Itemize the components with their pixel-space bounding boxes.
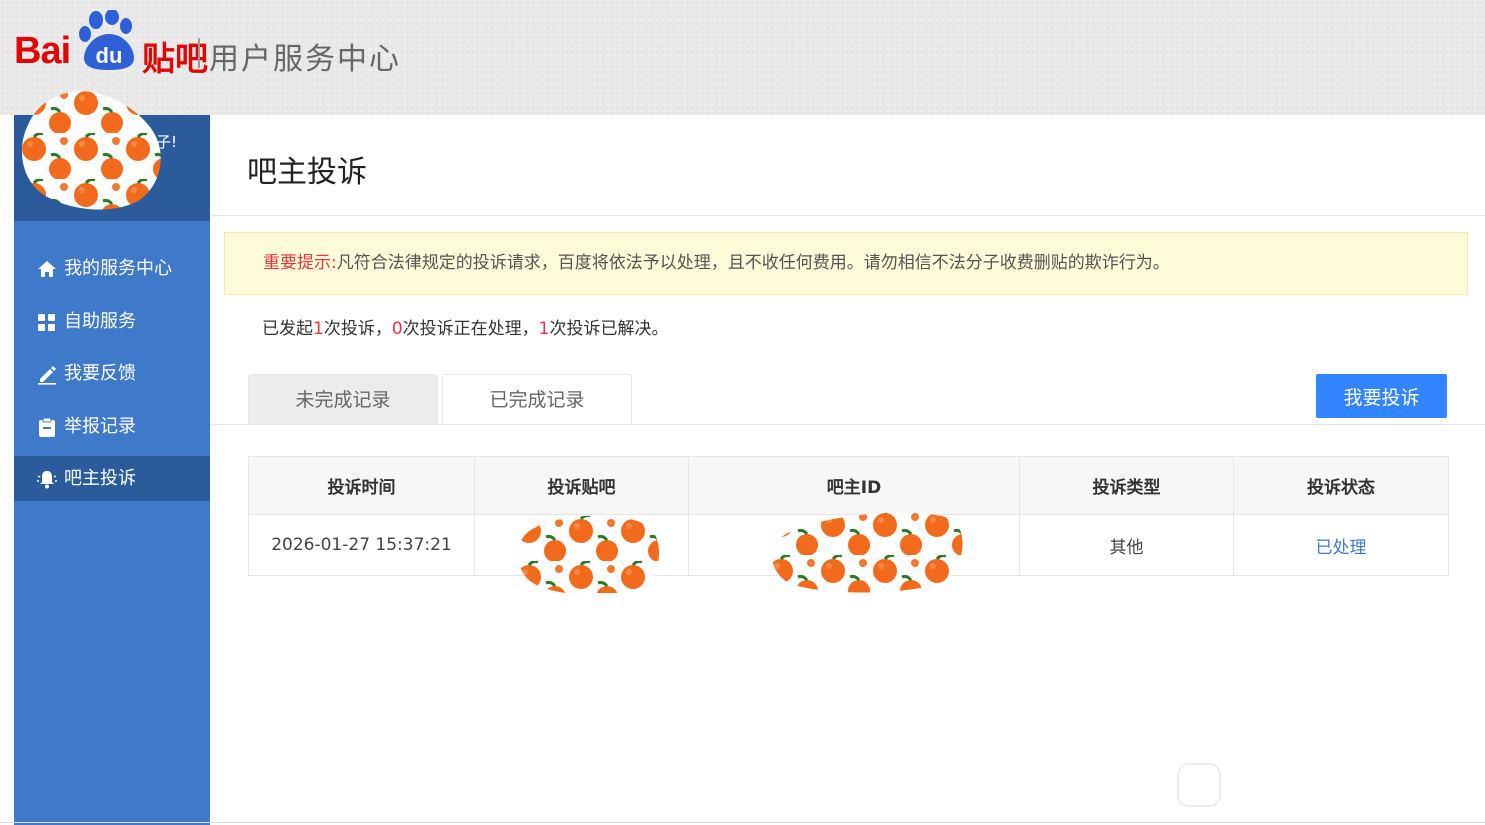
cell-tieba <box>474 514 689 593</box>
important-notice: 重要提示:凡符合法律规定的投诉请求，百度将依法予以处理，且不收任何费用。请勿相信… <box>224 232 1468 295</box>
avatar-redaction <box>21 91 161 210</box>
page-title: 吧主投诉 <box>247 155 367 190</box>
sidebar-item-feedback[interactable]: 我要反馈 <box>14 351 210 396</box>
sidebar-item-bazhu-complaint[interactable]: 吧主投诉 <box>14 456 210 501</box>
cell-type: 其他 <box>1019 514 1234 576</box>
logo-du-text: du <box>96 43 123 68</box>
home-icon <box>38 261 56 277</box>
sidebar: 子! 我的服务中心 自助服务 我要反馈 举报记录 吧主投诉 <box>14 91 210 825</box>
sidebar-item-report-records[interactable]: 举报记录 <box>14 404 210 449</box>
stats-total: 1 <box>313 319 324 339</box>
logo-separator <box>198 38 200 68</box>
stats-resolved: 1 <box>538 319 550 339</box>
stats-prefix: 已发起 <box>262 319 313 339</box>
column-header-time: 投诉时间 <box>248 456 475 515</box>
complain-button[interactable]: 我要投诉 <box>1316 374 1447 418</box>
status-link[interactable]: 已处理 <box>1316 538 1367 558</box>
stats-part3: 次投诉已解决。 <box>549 319 669 339</box>
stats-processing: 0 <box>391 319 403 339</box>
header: Bai du 贴吧 用户服务中心 <box>0 0 1485 115</box>
complaint-stats: 已发起1次投诉，0次投诉正在处理，1次投诉已解决。 <box>262 314 668 339</box>
cell-status: 已处理 <box>1233 514 1449 576</box>
complaint-table: 投诉时间 投诉贴吧 吧主ID 投诉类型 投诉状态 2026-01-27 15:3… <box>248 456 1449 593</box>
column-header-type: 投诉类型 <box>1019 456 1234 515</box>
tab-unfinished-records[interactable]: 未完成记录 <box>248 374 438 424</box>
tabs-divider <box>210 424 1485 425</box>
cell-time: 2026-01-27 15:37:21 <box>248 514 475 576</box>
edit-icon <box>38 366 56 385</box>
sidebar-item-label: 我要反馈 <box>64 363 136 384</box>
sidebar-nav: 我的服务中心 自助服务 我要反馈 举报记录 吧主投诉 <box>14 246 210 509</box>
watermark-icon <box>1177 763 1221 807</box>
sidebar-item-label: 自助服务 <box>64 310 136 332</box>
sidebar-item-label: 我的服务中心 <box>64 258 172 279</box>
cell-bazhu-id <box>688 512 1020 593</box>
tieba-redaction <box>518 515 660 593</box>
bazhu-id-redaction <box>772 512 963 593</box>
grid-icon <box>38 313 55 331</box>
paw-logo-icon: du <box>79 10 134 70</box>
clipboard-icon <box>39 417 55 437</box>
header-subtitle: 用户服务中心 <box>209 42 401 77</box>
table-header-row: 投诉时间 投诉贴吧 吧主ID 投诉类型 投诉状态 <box>248 456 1449 515</box>
stats-part2: 次投诉正在处理， <box>402 319 539 339</box>
sidebar-item-my-service-center[interactable]: 我的服务中心 <box>14 246 210 291</box>
sidebar-item-label: 举报记录 <box>64 415 136 437</box>
logo-bai-text: Bai <box>14 30 71 72</box>
notice-text: 凡符合法律规定的投诉请求，百度将依法予以处理，且不收任何费用。请勿相信不法分子收… <box>336 253 1170 273</box>
table-row: 2026-01-27 15:37:21 其他 已处理 <box>248 512 1449 593</box>
tab-finished-records[interactable]: 已完成记录 <box>442 374 632 425</box>
bottom-border <box>0 822 1485 823</box>
column-header-status: 投诉状态 <box>1233 456 1449 515</box>
stats-part1: 次投诉， <box>323 319 392 339</box>
sidebar-item-label: 吧主投诉 <box>64 468 136 489</box>
column-header-bazhu-id: 吧主ID <box>688 456 1020 515</box>
column-header-tieba: 投诉贴吧 <box>474 456 689 515</box>
bell-icon <box>37 471 57 489</box>
sidebar-item-self-service[interactable]: 自助服务 <box>14 299 210 344</box>
title-divider <box>210 215 1485 216</box>
main-content: 吧主投诉 重要提示:凡符合法律规定的投诉请求，百度将依法予以处理，且不收任何费用… <box>210 115 1485 825</box>
notice-label: 重要提示: <box>263 253 337 273</box>
